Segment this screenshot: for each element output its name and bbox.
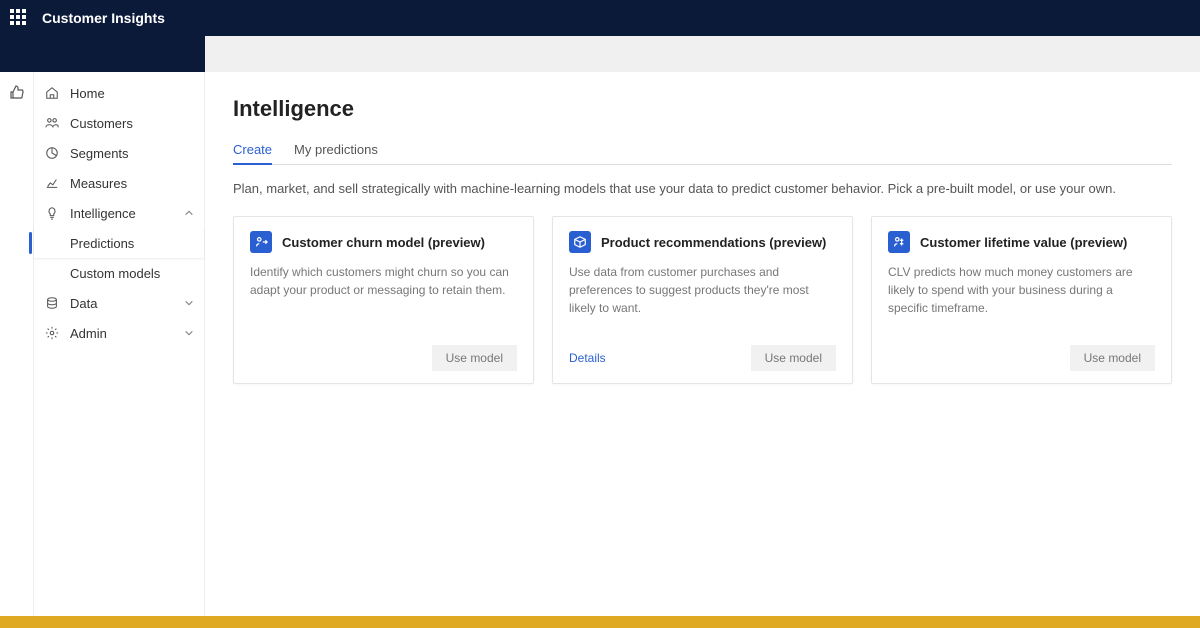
chevron-down-icon: [184, 328, 194, 338]
intro-text: Plan, market, and sell strategically wit…: [233, 181, 1172, 196]
main-content: Intelligence Create My predictions Plan,…: [205, 72, 1200, 616]
app-name: Customer Insights: [42, 10, 165, 26]
bulb-icon: [44, 205, 60, 221]
sidebar-item-customers[interactable]: Customers: [34, 108, 204, 138]
chevron-up-icon: [184, 208, 194, 218]
gear-icon: [44, 325, 60, 341]
sidebar-subitem-predictions[interactable]: Predictions: [34, 228, 204, 258]
sidebar-item-label: Home: [70, 86, 105, 101]
use-model-button[interactable]: Use model: [432, 345, 517, 371]
sidebar-item-label: Data: [70, 296, 97, 311]
sidebar-item-data[interactable]: Data: [34, 288, 204, 318]
sidebar-item-admin[interactable]: Admin: [34, 318, 204, 348]
box-icon: [569, 231, 591, 253]
card-description: CLV predicts how much money customers ar…: [888, 263, 1155, 317]
details-link[interactable]: Details: [569, 351, 606, 365]
sub-bar: [0, 36, 1200, 72]
chart-icon: [44, 175, 60, 191]
card-title: Product recommendations (preview): [601, 235, 826, 250]
sidebar-item-measures[interactable]: Measures: [34, 168, 204, 198]
sidebar-subitem-label: Custom models: [70, 266, 160, 281]
sidebar-item-intelligence[interactable]: Intelligence: [34, 198, 204, 228]
thumbs-up-icon[interactable]: [9, 84, 25, 100]
chevron-down-icon: [184, 298, 194, 308]
database-icon: [44, 295, 60, 311]
app-launcher-icon[interactable]: [10, 9, 28, 27]
person-exit-icon: [250, 231, 272, 253]
sidebar-item-home[interactable]: Home: [34, 78, 204, 108]
card-customer-lifetime-value: Customer lifetime value (preview) CLV pr…: [871, 216, 1172, 384]
bottom-accent-bar: [0, 616, 1200, 628]
card-title: Customer churn model (preview): [282, 235, 485, 250]
card-description: Identify which customers might churn so …: [250, 263, 517, 299]
card-description: Use data from customer purchases and pre…: [569, 263, 836, 317]
use-model-button[interactable]: Use model: [751, 345, 836, 371]
sidebar: Home Customers Segments Measures Intelli…: [34, 72, 205, 616]
people-icon: [44, 115, 60, 131]
page-title: Intelligence: [233, 96, 1172, 122]
sidebar-item-label: Intelligence: [70, 206, 136, 221]
card-customer-churn: Customer churn model (preview) Identify …: [233, 216, 534, 384]
home-icon: [44, 85, 60, 101]
sidebar-item-segments[interactable]: Segments: [34, 138, 204, 168]
card-grid: Customer churn model (preview) Identify …: [233, 216, 1172, 384]
top-bar: Customer Insights: [0, 0, 1200, 36]
sidebar-item-label: Customers: [70, 116, 133, 131]
tab-bar: Create My predictions: [233, 136, 1172, 165]
pie-icon: [44, 145, 60, 161]
sidebar-item-label: Measures: [70, 176, 127, 191]
use-model-button[interactable]: Use model: [1070, 345, 1155, 371]
left-rail: [0, 72, 34, 616]
card-product-recommendations: Product recommendations (preview) Use da…: [552, 216, 853, 384]
person-value-icon: [888, 231, 910, 253]
sidebar-subitem-custom-models[interactable]: Custom models: [34, 258, 204, 288]
tab-my-predictions[interactable]: My predictions: [294, 136, 378, 164]
sidebar-subitem-label: Predictions: [70, 236, 134, 251]
card-title: Customer lifetime value (preview): [920, 235, 1127, 250]
sidebar-item-label: Admin: [70, 326, 107, 341]
tab-create[interactable]: Create: [233, 136, 272, 165]
sidebar-item-label: Segments: [70, 146, 129, 161]
